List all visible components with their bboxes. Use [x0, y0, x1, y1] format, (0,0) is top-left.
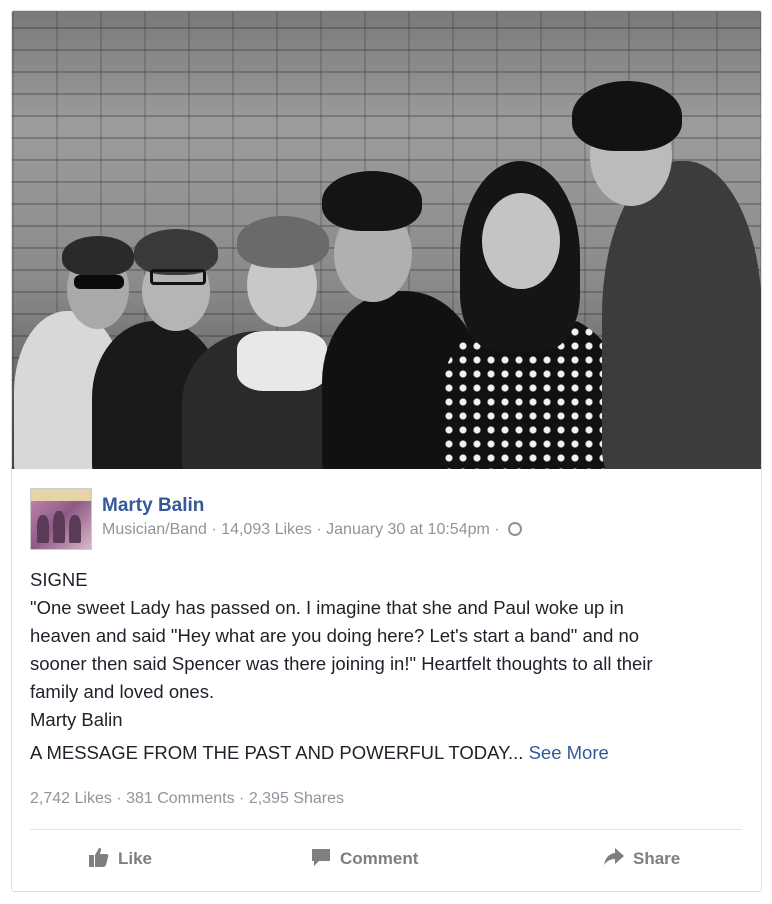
figure-2-glasses — [150, 269, 206, 285]
comment-icon — [310, 846, 332, 873]
post-photo[interactable] — [12, 11, 761, 469]
stats-separator: · — [116, 790, 122, 807]
post-teaser: A MESSAGE FROM THE PAST AND POWERFUL TOD… — [30, 742, 750, 764]
post-card: Marty Balin Musician/Band · 14,093 Likes… — [11, 10, 762, 892]
meta-separator: · — [494, 521, 500, 538]
figure-1-sunglasses — [74, 275, 124, 289]
shares-count[interactable]: 2,395 Shares — [249, 790, 344, 807]
actions-divider — [30, 829, 742, 830]
page-avatar[interactable] — [30, 488, 92, 550]
teaser-text: A MESSAGE FROM THE PAST AND POWERFUL TOD… — [30, 742, 524, 763]
globe-icon[interactable] — [508, 522, 523, 536]
comments-count[interactable]: 381 Comments — [126, 790, 235, 807]
avatar-banner — [31, 489, 91, 501]
meta-separator: · — [211, 521, 217, 538]
post-header: Marty Balin Musician/Band · 14,093 Likes… — [30, 488, 750, 550]
figure-3-hair — [237, 216, 329, 268]
comment-label: Comment — [340, 849, 419, 868]
figure-6-hair — [572, 81, 682, 151]
body-line: family and loved ones. — [30, 681, 215, 702]
figure-4-hair — [322, 171, 422, 231]
action-bar: Like Comment Share — [30, 833, 742, 885]
page-category: Musician/Band — [102, 521, 207, 538]
avatar-figure — [69, 515, 81, 543]
post-stats: 2,742 Likes · 381 Comments · 2,395 Share… — [30, 790, 344, 808]
post-body: SIGNE "One sweet Lady has passed on. I i… — [30, 566, 750, 734]
meta-separator: · — [316, 521, 322, 538]
page-likes[interactable]: 14,093 Likes — [221, 521, 312, 538]
comment-button[interactable]: Comment — [310, 833, 418, 885]
likes-count[interactable]: 2,742 Likes — [30, 790, 112, 807]
post-timestamp[interactable]: January 30 at 10:54pm — [326, 521, 490, 538]
share-arrow-icon — [603, 846, 625, 873]
body-line: sooner then said Spencer was there joini… — [30, 653, 653, 674]
post-meta: Musician/Band · 14,093 Likes · January 3… — [102, 521, 523, 539]
like-label: Like — [118, 849, 153, 868]
see-more-link[interactable]: See More — [529, 742, 609, 763]
avatar-figure — [37, 515, 49, 543]
page-name-link[interactable]: Marty Balin — [102, 495, 204, 517]
figure-6 — [602, 161, 761, 469]
body-line: SIGNE — [30, 569, 88, 590]
figure-3-collar — [237, 331, 327, 391]
avatar-figure — [53, 511, 65, 543]
share-button[interactable]: Share — [603, 833, 680, 885]
like-button[interactable]: Like — [88, 833, 152, 885]
body-line: heaven and said "Hey what are you doing … — [30, 625, 640, 646]
body-line: "One sweet Lady has passed on. I imagine… — [30, 597, 624, 618]
figure-1-hair — [62, 236, 134, 276]
stats-separator: · — [239, 790, 245, 807]
thumbs-up-icon — [88, 846, 110, 873]
figure-5-head — [482, 193, 560, 289]
body-line: Marty Balin — [30, 709, 123, 730]
share-label: Share — [633, 849, 681, 868]
